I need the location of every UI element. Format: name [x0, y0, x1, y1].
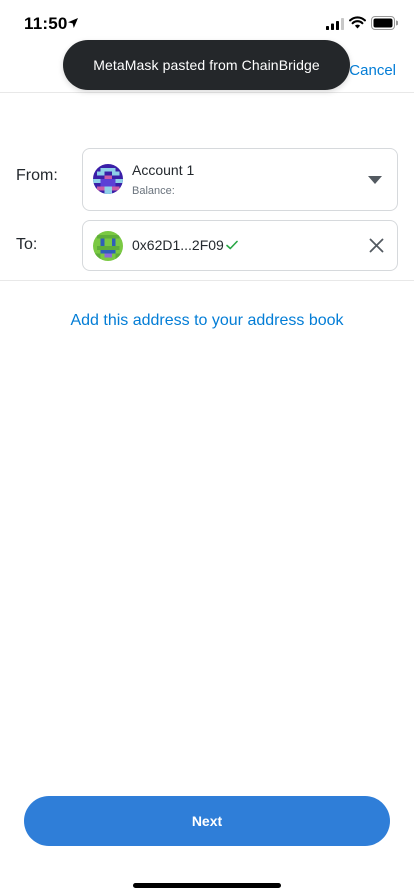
recipient-address-value: 0x62D1...2F09 [132, 237, 224, 253]
from-label: From: [16, 167, 58, 184]
account-name: Account 1 [132, 162, 195, 178]
from-account-selector[interactable]: Account 1 Balance: [82, 148, 398, 211]
home-indicator [133, 883, 281, 888]
section-divider [0, 280, 414, 281]
toast-message: MetaMask pasted from ChainBridge [93, 57, 320, 73]
account-identicon-avatar [93, 164, 123, 194]
cancel-button[interactable]: Cancel [349, 62, 396, 79]
close-icon[interactable] [369, 238, 384, 253]
balance-label: Balance: [132, 185, 175, 197]
recipient-address: 0x62D1...2F09 [132, 237, 238, 253]
location-arrow-icon [68, 18, 78, 28]
to-label: To: [16, 236, 38, 253]
checkmark-icon [226, 240, 238, 250]
to-address-field[interactable]: 0x62D1...2F09 [82, 220, 398, 271]
wifi-icon [349, 16, 366, 29]
clipboard-toast: MetaMask pasted from ChainBridge [63, 40, 350, 90]
next-button-label: Next [191, 813, 223, 829]
battery-icon [371, 16, 398, 30]
caret-down-icon [368, 176, 382, 184]
status-time: 11:50 [24, 14, 68, 33]
signal-icon [326, 18, 344, 30]
recipient-identicon-avatar [93, 231, 123, 261]
add-to-address-book-link[interactable]: Add this address to your address book [0, 312, 414, 330]
next-button[interactable]: Next [24, 796, 390, 846]
